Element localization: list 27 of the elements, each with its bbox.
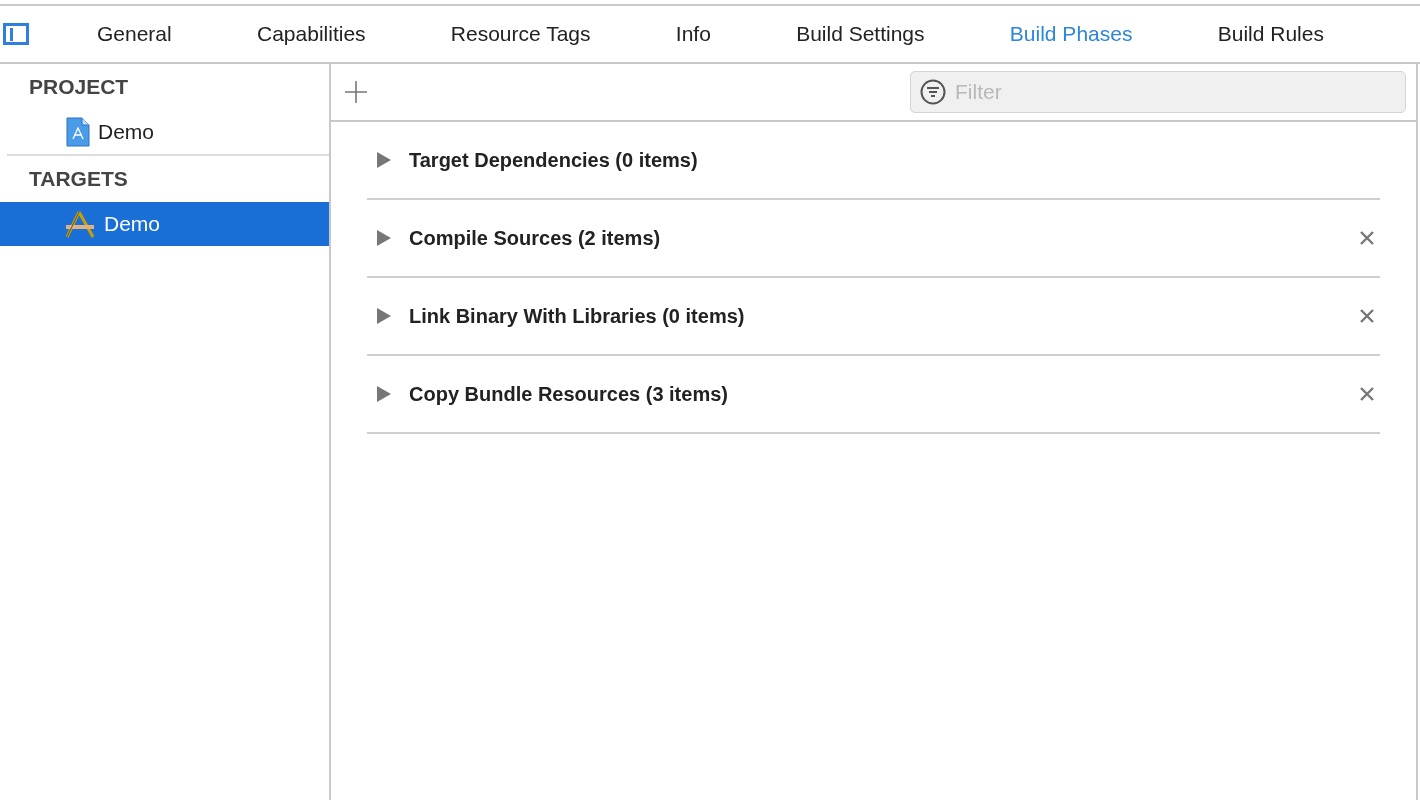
filter-field[interactable]: Filter [910,71,1406,113]
sidebar-toggle-icon[interactable] [3,23,29,45]
close-icon[interactable] [1360,309,1374,323]
tab[interactable]: Capabilities [223,18,400,50]
tab[interactable]: Build Phases [975,18,1167,50]
close-icon[interactable] [1360,387,1374,401]
phase-title: Link Binary With Libraries (0 items) [409,304,746,328]
close-icon[interactable] [1360,231,1374,245]
add-icon[interactable] [343,79,369,105]
disclosure-triangle-icon[interactable] [377,230,391,246]
phase-title: Copy Bundle Resources (3 items) [409,382,729,406]
tab[interactable]: General [63,18,206,50]
tab[interactable]: Build Settings [762,18,959,50]
phase-title: Compile Sources (2 items) [409,226,662,250]
sidebar-item[interactable]: Demo [0,202,329,246]
phase-title: Target Dependencies (0 items) [409,148,699,172]
app-target-icon [64,210,96,238]
tab[interactable]: Build Rules [1183,18,1358,50]
section-header: PROJECT [28,74,130,100]
tab[interactable]: Resource Tags [416,18,625,50]
document-icon [66,117,90,147]
disclosure-triangle-icon[interactable] [377,152,391,168]
tab[interactable]: Info [641,18,745,50]
sidebar-item[interactable]: Demo [0,110,313,154]
disclosure-triangle-icon[interactable] [377,308,391,324]
disclosure-triangle-icon[interactable] [377,386,391,402]
section-header: TARGETS [28,166,129,192]
